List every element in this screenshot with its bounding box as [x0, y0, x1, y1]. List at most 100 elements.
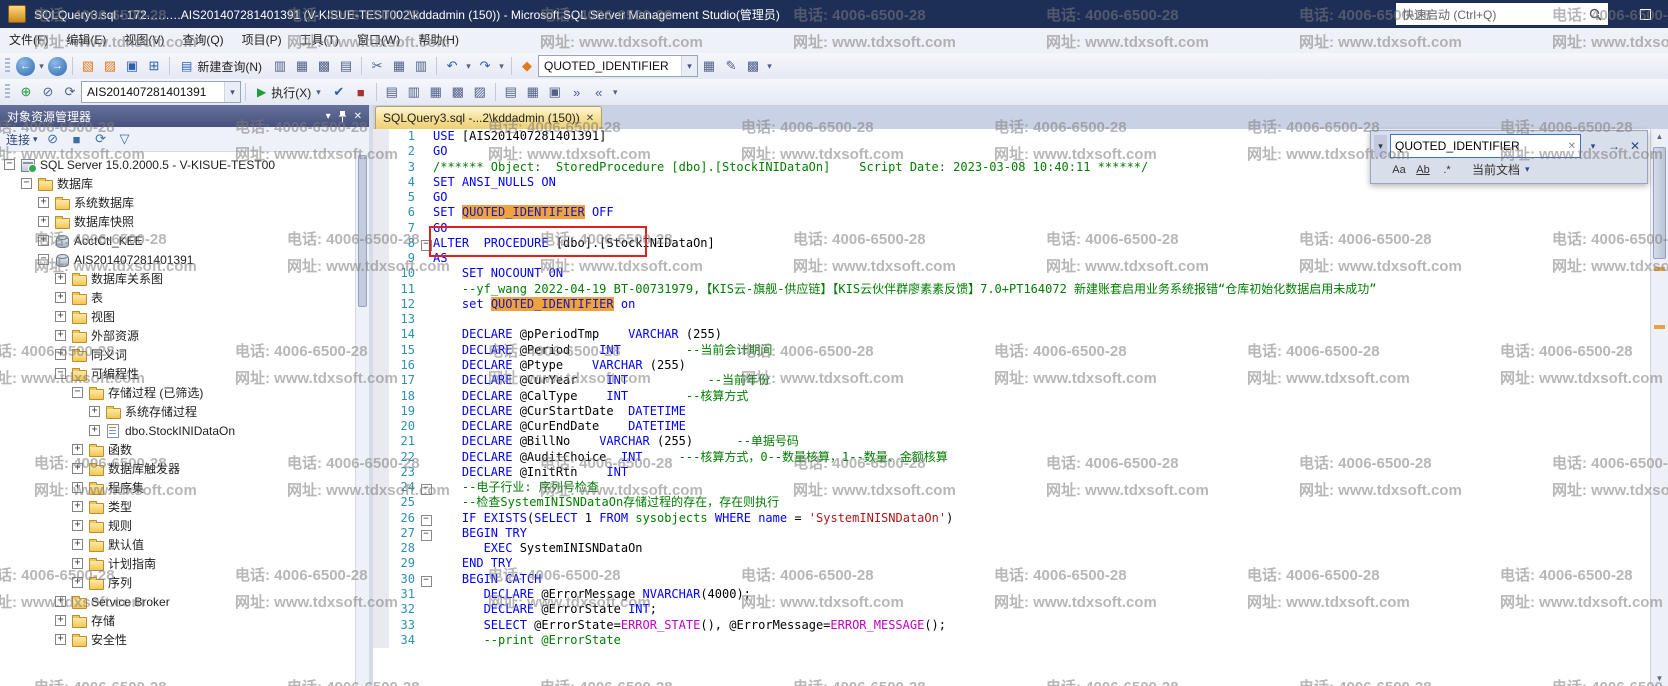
expand-toggle[interactable]: +: [38, 197, 49, 208]
scrollbar-thumb[interactable]: [1653, 147, 1666, 259]
expand-toggle[interactable]: +: [55, 596, 66, 607]
menu-item-2[interactable]: 编辑(E): [57, 28, 115, 53]
breakpoint-margin[interactable]: [373, 327, 389, 342]
expand-toggle[interactable]: +: [89, 406, 100, 417]
menu-item-6[interactable]: 工具(T): [291, 28, 348, 53]
breakpoint-margin[interactable]: [373, 587, 389, 602]
breakpoint-margin[interactable]: [373, 343, 389, 358]
breakpoint-margin[interactable]: [373, 541, 389, 556]
uncomment-button[interactable]: «: [588, 81, 610, 103]
intellisense-button[interactable]: ▦: [425, 81, 447, 103]
find-history-dropdown[interactable]: ▾: [1584, 135, 1602, 157]
breakpoint-margin[interactable]: [373, 495, 389, 510]
expand-toggle[interactable]: +: [55, 349, 66, 360]
results-to-file-button[interactable]: ▣: [544, 81, 566, 103]
results-to-text-button[interactable]: ▤: [500, 81, 522, 103]
tree-item[interactable]: +安全性: [0, 630, 369, 649]
tree-scrollbar[interactable]: [355, 151, 369, 686]
connect-button[interactable]: ⊕: [15, 81, 37, 103]
close-panel-button[interactable]: ✕: [354, 111, 362, 122]
expand-toggle[interactable]: +: [72, 520, 83, 531]
toolbar-overflow-button[interactable]: ▾: [610, 81, 621, 103]
connect-dropdown[interactable]: 连接 ▾: [6, 131, 38, 148]
database-combo-dropdown[interactable]: ▾: [224, 82, 240, 102]
scrollbar-thumb[interactable]: [358, 155, 367, 307]
breakpoint-margin[interactable]: [373, 373, 389, 388]
actual-plan-button[interactable]: ▩: [447, 81, 469, 103]
find-scope-dropdown[interactable]: 当前文档 ▾: [1472, 161, 1530, 178]
toolbar-grip[interactable]: [5, 84, 10, 100]
copy-button[interactable]: ▦: [388, 55, 410, 77]
tree-item[interactable]: +系统存储过程: [0, 402, 369, 421]
find-close-button[interactable]: ✕: [1626, 135, 1644, 157]
auto-hide-pin-button[interactable]: [338, 111, 347, 122]
parse-button[interactable]: ✔: [328, 81, 350, 103]
expand-toggle[interactable]: +: [72, 558, 83, 569]
breakpoint-margin[interactable]: [373, 160, 389, 175]
properties-button[interactable]: ▦: [698, 55, 720, 77]
breakpoint-margin[interactable]: [373, 526, 389, 541]
expand-toggle[interactable]: +: [72, 501, 83, 512]
paste-button[interactable]: ▥: [410, 55, 432, 77]
breakpoint-margin[interactable]: [373, 205, 389, 220]
tree-item[interactable]: +外部资源: [0, 326, 369, 345]
breakpoint-margin[interactable]: [373, 175, 389, 190]
refresh-button[interactable]: ⟳: [92, 130, 110, 148]
comment-button[interactable]: »: [566, 81, 588, 103]
stop-button[interactable]: ■: [68, 130, 86, 148]
tree-item[interactable]: −可编程性: [0, 364, 369, 383]
expand-toggle[interactable]: +: [55, 292, 66, 303]
find-combo-dropdown[interactable]: ▾: [681, 56, 697, 76]
expand-toggle[interactable]: +: [72, 463, 83, 474]
breakpoint-margin[interactable]: [373, 480, 389, 495]
expand-toggle[interactable]: +: [55, 634, 66, 645]
results-to-grid-button[interactable]: ▦: [522, 81, 544, 103]
expand-toggle[interactable]: +: [55, 311, 66, 322]
query-options-button[interactable]: ▥: [403, 81, 425, 103]
open-file-button[interactable]: ▨: [99, 55, 121, 77]
tree-item[interactable]: +计划指南: [0, 554, 369, 573]
edit-button[interactable]: ✎: [720, 55, 742, 77]
tree-item[interactable]: +程序集: [0, 478, 369, 497]
expand-toggle[interactable]: +: [38, 235, 49, 246]
find-next-button[interactable]: →: [1605, 135, 1623, 157]
breakpoint-margin[interactable]: [373, 312, 389, 327]
expand-toggle[interactable]: +: [55, 330, 66, 341]
filter-button[interactable]: ▽: [116, 130, 134, 148]
tree-item[interactable]: +Service Broker: [0, 592, 369, 611]
menu-item-5[interactable]: 项目(P): [233, 28, 291, 53]
window-position-dropdown[interactable]: ▾: [326, 111, 331, 122]
collapse-icon[interactable]: −: [421, 484, 432, 495]
expand-toggle[interactable]: −: [4, 159, 15, 170]
tree-item[interactable]: +同义词: [0, 345, 369, 364]
expand-toggle[interactable]: +: [55, 615, 66, 626]
breakpoint-margin[interactable]: [373, 358, 389, 373]
breakpoint-margin[interactable]: [373, 251, 389, 266]
regex-toggle[interactable]: .*: [1438, 161, 1456, 178]
redo-dropdown[interactable]: ▾: [496, 55, 507, 77]
expand-toggle[interactable]: +: [55, 273, 66, 284]
collapse-icon[interactable]: −: [421, 530, 432, 541]
change-connection-button[interactable]: ⟳: [59, 81, 81, 103]
expand-toggle[interactable]: +: [72, 577, 83, 588]
breakpoint-margin[interactable]: [373, 404, 389, 419]
minimize-button[interactable]: [1580, 0, 1622, 28]
breakpoint-margin[interactable]: [373, 556, 389, 571]
whole-word-toggle[interactable]: Ab: [1414, 161, 1432, 178]
undo-dropdown[interactable]: ▾: [463, 55, 474, 77]
execute-button[interactable]: ▶ 执行(X) ▾: [250, 81, 328, 103]
menu-item-8[interactable]: 帮助(H): [409, 28, 468, 53]
expand-toggle[interactable]: +: [89, 425, 100, 436]
scroll-up-arrow[interactable]: ▲: [1651, 129, 1668, 144]
breakpoint-margin[interactable]: [373, 389, 389, 404]
new-project-button[interactable]: ▧: [77, 55, 99, 77]
breakpoint-margin[interactable]: [373, 236, 389, 251]
cancel-query-button[interactable]: ■: [350, 81, 372, 103]
breakpoint-margin[interactable]: [373, 419, 389, 434]
tree-item[interactable]: +存储: [0, 611, 369, 630]
find-combo[interactable]: QUOTED_IDENTIFIER ▾: [538, 55, 698, 77]
breakpoint-margin[interactable]: [373, 221, 389, 236]
tree-item[interactable]: −AIS201407281401391: [0, 250, 369, 269]
options-button[interactable]: ▩: [742, 55, 764, 77]
tree-item[interactable]: +数据库关系图: [0, 269, 369, 288]
